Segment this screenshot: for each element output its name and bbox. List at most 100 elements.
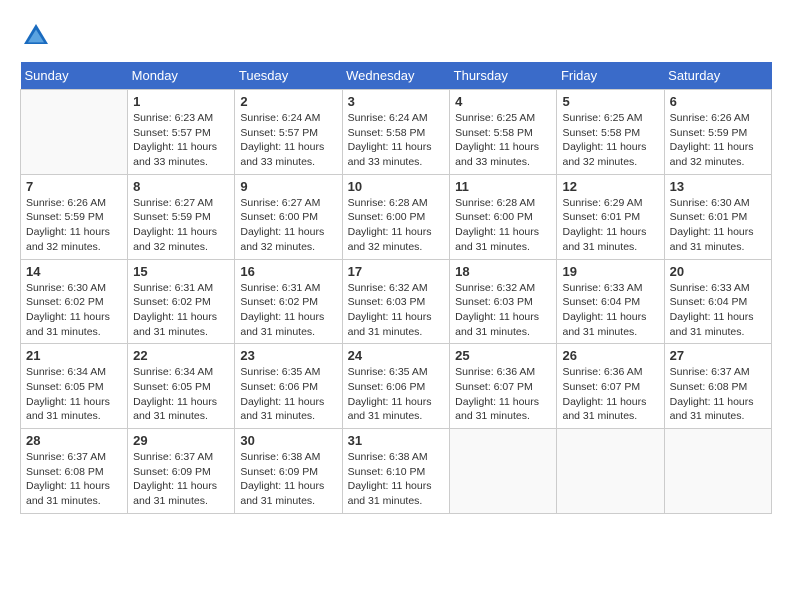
logo — [20, 20, 56, 52]
day-number: 8 — [133, 179, 229, 194]
day-number: 10 — [348, 179, 445, 194]
day-number: 25 — [455, 348, 551, 363]
day-number: 19 — [562, 264, 658, 279]
day-cell: 10 Sunrise: 6:28 AMSunset: 6:00 PMDayligh… — [342, 174, 450, 259]
day-info: Sunrise: 6:34 AMSunset: 6:05 PMDaylight:… — [26, 365, 122, 424]
day-cell: 26 Sunrise: 6:36 AMSunset: 6:07 PMDayligh… — [557, 344, 664, 429]
day-cell: 28 Sunrise: 6:37 AMSunset: 6:08 PMDayligh… — [21, 429, 128, 514]
day-cell: 13 Sunrise: 6:30 AMSunset: 6:01 PMDayligh… — [664, 174, 771, 259]
day-number: 22 — [133, 348, 229, 363]
week-row-5: 28 Sunrise: 6:37 AMSunset: 6:08 PMDayligh… — [21, 429, 772, 514]
day-number: 20 — [670, 264, 766, 279]
logo-icon — [20, 20, 52, 52]
calendar-table: SundayMondayTuesdayWednesdayThursdayFrid… — [20, 62, 772, 514]
day-cell: 17 Sunrise: 6:32 AMSunset: 6:03 PMDayligh… — [342, 259, 450, 344]
day-info: Sunrise: 6:36 AMSunset: 6:07 PMDaylight:… — [562, 365, 658, 424]
day-info: Sunrise: 6:38 AMSunset: 6:10 PMDaylight:… — [348, 450, 445, 509]
day-number: 17 — [348, 264, 445, 279]
day-number: 21 — [26, 348, 122, 363]
day-info: Sunrise: 6:27 AMSunset: 6:00 PMDaylight:… — [240, 196, 336, 255]
day-cell: 25 Sunrise: 6:36 AMSunset: 6:07 PMDayligh… — [450, 344, 557, 429]
day-cell — [557, 429, 664, 514]
day-cell: 14 Sunrise: 6:30 AMSunset: 6:02 PMDayligh… — [21, 259, 128, 344]
day-cell: 30 Sunrise: 6:38 AMSunset: 6:09 PMDayligh… — [235, 429, 342, 514]
day-cell: 23 Sunrise: 6:35 AMSunset: 6:06 PMDayligh… — [235, 344, 342, 429]
day-cell: 8 Sunrise: 6:27 AMSunset: 5:59 PMDaylight… — [128, 174, 235, 259]
day-number: 6 — [670, 94, 766, 109]
day-cell: 31 Sunrise: 6:38 AMSunset: 6:10 PMDayligh… — [342, 429, 450, 514]
day-number: 2 — [240, 94, 336, 109]
day-info: Sunrise: 6:37 AMSunset: 6:09 PMDaylight:… — [133, 450, 229, 509]
header-saturday: Saturday — [664, 62, 771, 90]
day-number: 18 — [455, 264, 551, 279]
day-cell: 6 Sunrise: 6:26 AMSunset: 5:59 PMDaylight… — [664, 90, 771, 175]
day-cell: 12Sunrise: 6:29 AMSunset: 6:01 PMDayligh… — [557, 174, 664, 259]
day-info: Sunrise: 6:32 AMSunset: 6:03 PMDaylight:… — [348, 281, 445, 340]
day-cell: 7Sunrise: 6:26 AMSunset: 5:59 PMDaylight… — [21, 174, 128, 259]
day-info: Sunrise: 6:31 AMSunset: 6:02 PMDaylight:… — [240, 281, 336, 340]
day-number: 13 — [670, 179, 766, 194]
header-tuesday: Tuesday — [235, 62, 342, 90]
day-number: 28 — [26, 433, 122, 448]
day-number: 14 — [26, 264, 122, 279]
day-cell: 20 Sunrise: 6:33 AMSunset: 6:04 PMDayligh… — [664, 259, 771, 344]
day-info: Sunrise: 6:26 AMSunset: 5:59 PMDaylight:… — [670, 111, 766, 170]
day-number: 3 — [348, 94, 445, 109]
day-cell: 11 Sunrise: 6:28 AMSunset: 6:00 PMDayligh… — [450, 174, 557, 259]
day-info: Sunrise: 6:24 AMSunset: 5:58 PMDaylight:… — [348, 111, 445, 170]
header-row: SundayMondayTuesdayWednesdayThursdayFrid… — [21, 62, 772, 90]
day-number: 5 — [562, 94, 658, 109]
day-info: Sunrise: 6:25 AMSunset: 5:58 PMDaylight:… — [562, 111, 658, 170]
day-info: Sunrise: 6:24 AMSunset: 5:57 PMDaylight:… — [240, 111, 336, 170]
day-info: Sunrise: 6:27 AMSunset: 5:59 PMDaylight:… — [133, 196, 229, 255]
day-cell: 29Sunrise: 6:37 AMSunset: 6:09 PMDayligh… — [128, 429, 235, 514]
header-friday: Friday — [557, 62, 664, 90]
day-cell: 3 Sunrise: 6:24 AMSunset: 5:58 PMDaylight… — [342, 90, 450, 175]
day-cell — [21, 90, 128, 175]
day-info: Sunrise: 6:30 AMSunset: 6:02 PMDaylight:… — [26, 281, 122, 340]
day-cell — [450, 429, 557, 514]
day-number: 16 — [240, 264, 336, 279]
day-info: Sunrise: 6:28 AMSunset: 6:00 PMDaylight:… — [455, 196, 551, 255]
day-cell: 1 Sunrise: 6:23 AMSunset: 5:57 PMDaylight… — [128, 90, 235, 175]
day-info: Sunrise: 6:36 AMSunset: 6:07 PMDaylight:… — [455, 365, 551, 424]
day-number: 31 — [348, 433, 445, 448]
day-info: Sunrise: 6:33 AMSunset: 6:04 PMDaylight:… — [670, 281, 766, 340]
day-number: 30 — [240, 433, 336, 448]
day-info: Sunrise: 6:37 AMSunset: 6:08 PMDaylight:… — [26, 450, 122, 509]
day-info: Sunrise: 6:25 AMSunset: 5:58 PMDaylight:… — [455, 111, 551, 170]
day-number: 11 — [455, 179, 551, 194]
header-wednesday: Wednesday — [342, 62, 450, 90]
day-cell: 21 Sunrise: 6:34 AMSunset: 6:05 PMDayligh… — [21, 344, 128, 429]
page-header — [20, 20, 772, 52]
day-number: 7 — [26, 179, 122, 194]
header-sunday: Sunday — [21, 62, 128, 90]
day-info: Sunrise: 6:38 AMSunset: 6:09 PMDaylight:… — [240, 450, 336, 509]
week-row-2: 7Sunrise: 6:26 AMSunset: 5:59 PMDaylight… — [21, 174, 772, 259]
day-number: 26 — [562, 348, 658, 363]
day-info: Sunrise: 6:23 AMSunset: 5:57 PMDaylight:… — [133, 111, 229, 170]
header-monday: Monday — [128, 62, 235, 90]
day-number: 9 — [240, 179, 336, 194]
header-thursday: Thursday — [450, 62, 557, 90]
day-number: 15 — [133, 264, 229, 279]
day-info: Sunrise: 6:35 AMSunset: 6:06 PMDaylight:… — [348, 365, 445, 424]
day-number: 23 — [240, 348, 336, 363]
day-cell: 19Sunrise: 6:33 AMSunset: 6:04 PMDayligh… — [557, 259, 664, 344]
day-cell — [664, 429, 771, 514]
week-row-1: 1 Sunrise: 6:23 AMSunset: 5:57 PMDaylight… — [21, 90, 772, 175]
week-row-4: 21 Sunrise: 6:34 AMSunset: 6:05 PMDayligh… — [21, 344, 772, 429]
day-info: Sunrise: 6:32 AMSunset: 6:03 PMDaylight:… — [455, 281, 551, 340]
day-info: Sunrise: 6:37 AMSunset: 6:08 PMDaylight:… — [670, 365, 766, 424]
day-cell: 9 Sunrise: 6:27 AMSunset: 6:00 PMDaylight… — [235, 174, 342, 259]
day-info: Sunrise: 6:29 AMSunset: 6:01 PMDaylight:… — [562, 196, 658, 255]
day-info: Sunrise: 6:35 AMSunset: 6:06 PMDaylight:… — [240, 365, 336, 424]
day-number: 27 — [670, 348, 766, 363]
day-number: 24 — [348, 348, 445, 363]
day-number: 1 — [133, 94, 229, 109]
day-info: Sunrise: 6:30 AMSunset: 6:01 PMDaylight:… — [670, 196, 766, 255]
day-cell: 15Sunrise: 6:31 AMSunset: 6:02 PMDayligh… — [128, 259, 235, 344]
day-info: Sunrise: 6:28 AMSunset: 6:00 PMDaylight:… — [348, 196, 445, 255]
day-cell: 16 Sunrise: 6:31 AMSunset: 6:02 PMDayligh… — [235, 259, 342, 344]
day-cell: 2 Sunrise: 6:24 AMSunset: 5:57 PMDaylight… — [235, 90, 342, 175]
